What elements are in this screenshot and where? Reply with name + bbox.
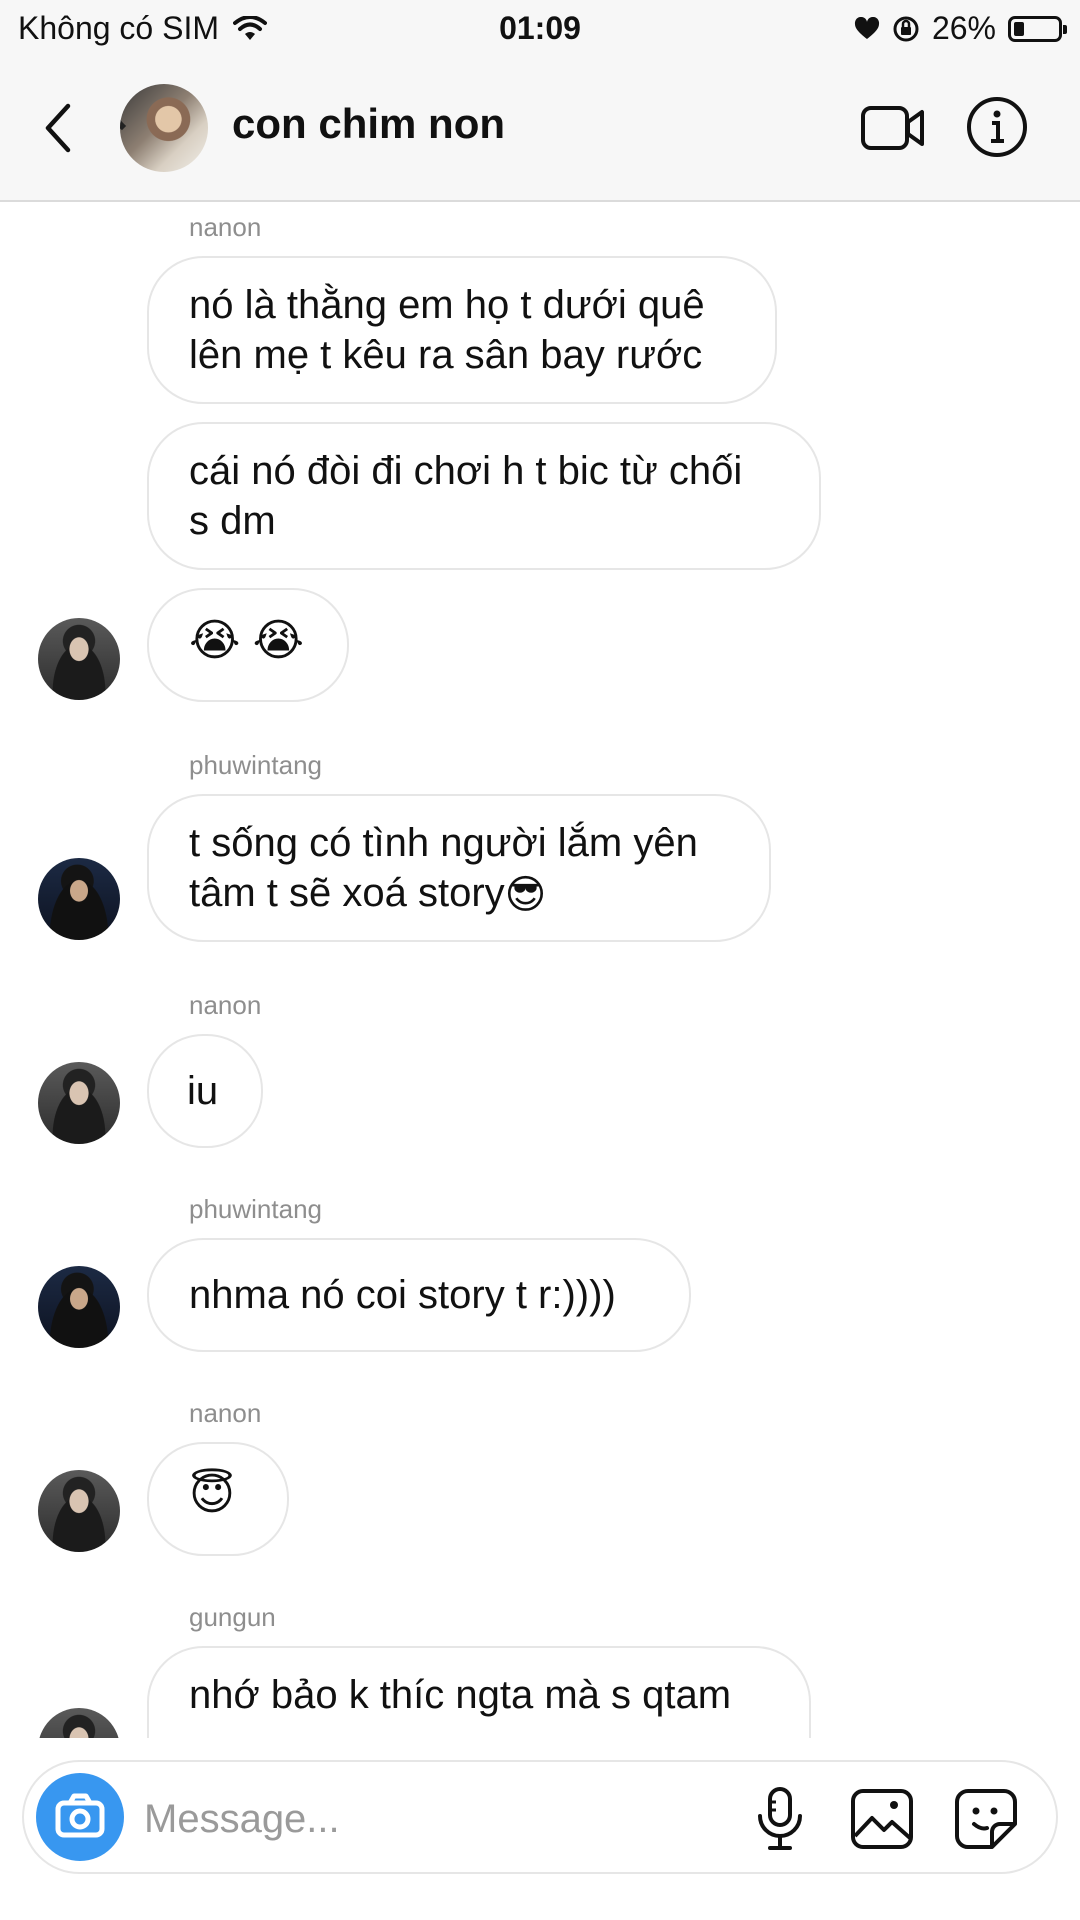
- message-text: nhma nó coi story t r:)))): [189, 1273, 616, 1317]
- message-bubble[interactable]: 😭 😭: [147, 588, 349, 702]
- header-avatar[interactable]: [120, 84, 208, 172]
- battery-icon: [1008, 15, 1067, 42]
- message-line: lên mẹ t kêu ra sân bay rước: [189, 333, 703, 377]
- gallery-icon[interactable]: [850, 1788, 914, 1850]
- avatar[interactable]: [38, 858, 120, 940]
- back-chevron-icon[interactable]: [36, 98, 80, 158]
- heart-icon: [854, 16, 879, 39]
- chat-header: con chim non: [0, 56, 1080, 202]
- message-bubble[interactable]: iu: [147, 1034, 263, 1148]
- message-text: iu: [187, 1069, 219, 1113]
- battery-percent: 26%: [931, 10, 996, 46]
- message-bubble[interactable]: 😇: [147, 1442, 289, 1556]
- sender-name: phuwintang: [189, 1194, 322, 1224]
- message-bubble[interactable]: nhma nó coi story t r:)))): [147, 1238, 691, 1352]
- crying-emoji: 😭: [252, 616, 305, 665]
- microphone-icon[interactable]: [752, 1786, 808, 1852]
- message-line: s dm: [189, 499, 276, 543]
- avatar[interactable]: [38, 1266, 120, 1348]
- status-bar: Không có SIM 01:09 26%: [0, 0, 1080, 56]
- avatar[interactable]: [38, 618, 120, 700]
- orientation-lock-icon: [893, 16, 919, 41]
- camera-icon: [55, 1793, 105, 1838]
- status-right: 26%: [854, 10, 1067, 47]
- conversation-title[interactable]: con chim non: [232, 100, 505, 148]
- sticker-icon[interactable]: [954, 1788, 1018, 1850]
- sender-name: nanon: [189, 990, 262, 1020]
- sender-name: nanon: [189, 1398, 262, 1428]
- angel-emoji: 😇: [189, 1470, 235, 1519]
- info-icon[interactable]: [966, 96, 1028, 158]
- message-bubble[interactable]: nó là thằng em họ t dưới quê lên mẹ t kê…: [147, 256, 777, 404]
- video-call-icon[interactable]: [860, 100, 926, 156]
- message-bubble[interactable]: nhớ bảo k thíc ngta mà s qtam: [147, 1646, 811, 1738]
- message-line: nó là thằng em họ t dưới quê: [189, 283, 705, 327]
- message-bubble[interactable]: cái nó đòi đi chơi h t bic từ chối s dm: [147, 422, 821, 570]
- message-line: t sống có tình người lắm yên: [189, 821, 698, 865]
- message-line: nhớ bảo k thíc ngta mà s qtam: [189, 1673, 732, 1717]
- sender-name: nanon: [189, 212, 262, 242]
- sender-name: phuwintang: [189, 750, 322, 780]
- sender-name: gungun: [189, 1602, 276, 1632]
- avatar[interactable]: [38, 1708, 120, 1738]
- avatar[interactable]: [38, 1062, 120, 1144]
- sunglasses-emoji: 😎: [504, 873, 547, 918]
- message-input[interactable]: [142, 1790, 706, 1848]
- camera-button[interactable]: [36, 1773, 124, 1861]
- message-line: cái nó đòi đi chơi h t bic từ chối: [189, 449, 743, 493]
- avatar[interactable]: [38, 1470, 120, 1552]
- message-list[interactable]: nanon nó là thằng em họ t dưới quê lên m…: [0, 200, 1080, 1738]
- message-bubble[interactable]: t sống có tình người lắm yên tâm t sẽ xo…: [147, 794, 771, 942]
- message-composer: [22, 1760, 1058, 1874]
- crying-emoji: 😭: [189, 616, 241, 665]
- message-line: tâm t sẽ xoá story😎: [189, 868, 729, 920]
